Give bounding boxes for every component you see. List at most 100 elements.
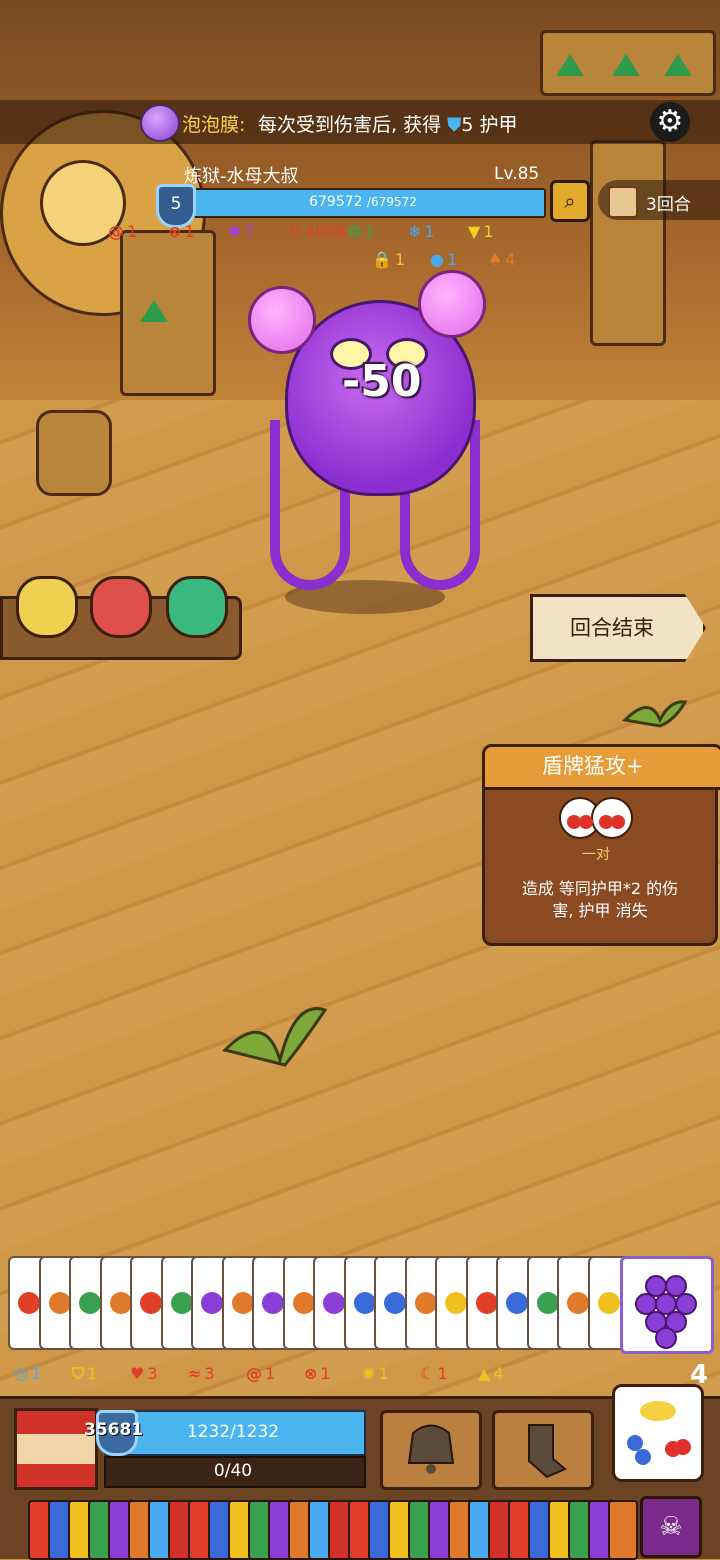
deck-card <box>608 1500 638 1560</box>
status-value: 4008 <box>305 222 347 241</box>
shield-heart-icon: ♥ <box>130 1364 145 1383</box>
status-effect[interactable]: ⛉ 1 <box>72 1364 97 1384</box>
green-triangle-decor <box>664 54 692 76</box>
status-value: 1 <box>437 1364 448 1383</box>
rock <box>36 410 112 496</box>
status-value: 4 <box>505 250 516 269</box>
skull-book-icon[interactable]: ☠ <box>640 1496 702 1558</box>
status-effect[interactable]: ≈3 <box>188 1364 215 1383</box>
boss-hp-bar: 679572 /679572 <box>180 188 546 218</box>
buff-description: 每次受到伤害后, 获得 ⛊5 护甲 <box>258 114 518 136</box>
boss-status-row: @1 ⊗ 1 ✱ 7 ♉ 4008 ❂ 1 ❄ 1 ▼ 1 <box>108 222 548 244</box>
status-effect[interactable]: ◎ 1 <box>14 1364 41 1383</box>
status-value: 1 <box>127 222 138 241</box>
damage-popup: -50 <box>342 356 422 407</box>
magnifier-icon[interactable]: ⌕ <box>550 180 590 222</box>
bubble-membrane-icon[interactable] <box>140 104 180 142</box>
boss-level: Lv.85 <box>494 164 540 184</box>
status-effect[interactable]: ♉ 4008 <box>288 222 346 241</box>
scroll-icon <box>608 186 638 218</box>
card-pip <box>384 1292 406 1314</box>
status-value: 1 <box>30 1364 42 1383</box>
speech-icon: ● <box>430 250 444 269</box>
boss-name: 炼狱-水母大叔 <box>184 166 299 187</box>
card-title: 盾牌猛攻+ <box>542 754 644 778</box>
cherry-pair-icon <box>558 796 634 840</box>
lock-icon: 🔒 <box>372 250 392 269</box>
boss-status-row: 🔒 1 ● 1 ♠ 4 <box>372 250 572 272</box>
dice-icon[interactable] <box>612 1384 704 1482</box>
monster-bubble-hand <box>418 270 486 338</box>
card-pip <box>353 1292 376 1314</box>
status-effect[interactable]: ▼ 1 <box>468 222 494 241</box>
card-pip <box>536 1292 559 1314</box>
card-pip <box>597 1292 620 1314</box>
status-value: 1 <box>378 1364 389 1383</box>
plant-sprout <box>215 990 345 1070</box>
status-effect[interactable]: ✱ 7 <box>228 222 255 241</box>
player-status-row: ◎ 1 ⛉ 1 ♥ 3 ≈3 @1 ⊗ 1 ✺ 1 ☾ 1 ▲ 4 <box>14 1364 554 1388</box>
status-value: 1 <box>394 250 406 269</box>
green-potion-icon[interactable] <box>166 576 228 638</box>
status-value: 1 <box>320 1364 331 1383</box>
status-effect[interactable]: 🔒 1 <box>372 250 405 269</box>
green-triangle-decor <box>556 54 584 76</box>
card-pip <box>109 1292 132 1314</box>
buff-name: 泡泡膜: <box>182 114 246 136</box>
status-effect[interactable]: ✺ 1 <box>362 1364 389 1383</box>
card-pip <box>231 1292 254 1314</box>
hand-of-cards <box>8 1256 714 1354</box>
player-shield-value: 35681 <box>84 1420 144 1440</box>
card-pip <box>18 1292 40 1314</box>
stocking-relic-icon[interactable] <box>492 1410 594 1490</box>
card-pip <box>170 1292 193 1314</box>
status-value: 1 <box>184 222 195 241</box>
spiral-icon: @ <box>246 1364 262 1383</box>
bell-relic-icon[interactable] <box>380 1410 482 1490</box>
shield-up-icon: ⛉ <box>72 1364 85 1383</box>
status-value: 1 <box>364 222 375 241</box>
wave-icon: ≈ <box>188 1364 202 1383</box>
card-pip <box>79 1292 101 1314</box>
status-effect[interactable]: @1 <box>108 222 137 241</box>
card-pip <box>140 1292 162 1314</box>
monster-bubble-hand <box>248 286 316 354</box>
grape-card[interactable] <box>620 1256 714 1354</box>
status-effect[interactable]: ♥ 3 <box>130 1364 158 1383</box>
status-effect[interactable]: ▲ 4 <box>478 1364 504 1383</box>
snowflake-icon: ❄ <box>408 222 422 241</box>
armor-icon: ⛊ <box>447 114 462 136</box>
card-pip <box>475 1292 498 1314</box>
swirl-icon: ◎ <box>14 1364 28 1383</box>
stone-pillar <box>120 230 216 396</box>
status-effect[interactable]: @1 <box>246 1364 275 1383</box>
yellow-potion-icon[interactable] <box>16 576 78 638</box>
status-effect[interactable]: ❄ 1 <box>408 222 435 241</box>
flame-icon: ✺ <box>362 1364 376 1383</box>
thorn-icon: ❂ <box>348 222 362 241</box>
status-value: 1 <box>424 222 435 241</box>
round-text: 3回合 <box>646 195 691 215</box>
boss-hp-text: 679572 /679572 <box>309 194 417 210</box>
gear-x-icon: ⊗ <box>168 222 182 241</box>
settings-gear-icon[interactable]: ⚙ <box>650 102 690 142</box>
devil-icon: ♉ <box>288 222 303 241</box>
card-pip <box>48 1292 71 1314</box>
card-pip <box>567 1292 589 1314</box>
status-effect[interactable]: ⊗ 1 <box>168 222 195 241</box>
status-effect[interactable]: ● 1 <box>430 250 457 269</box>
status-effect[interactable]: ⊗ 1 <box>304 1364 331 1383</box>
status-value: 3 <box>204 1364 215 1383</box>
status-value: 1 <box>446 250 458 269</box>
plant-sprout <box>620 690 690 730</box>
card-description: 造成 等同护甲*2 的伤 害, 护甲 消失 <box>521 879 679 920</box>
status-value: 1 <box>483 222 494 241</box>
status-effect[interactable]: ♠ 4 <box>488 250 516 269</box>
card-pip <box>262 1292 284 1314</box>
end-turn-label[interactable]: 回合结束 <box>570 612 654 642</box>
status-value: 1 <box>87 1364 98 1383</box>
red-potion-icon[interactable] <box>90 576 152 638</box>
status-effect[interactable]: ❂ 1 <box>348 222 375 241</box>
status-effect[interactable]: ☾ 1 <box>420 1364 448 1383</box>
arrow-up-icon: ▲ <box>478 1364 491 1383</box>
